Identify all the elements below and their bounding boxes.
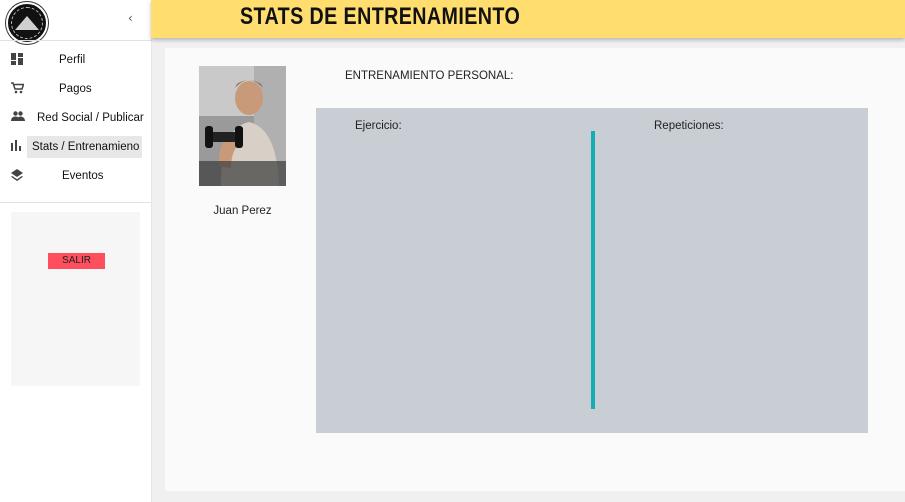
sidebar-item-perfil[interactable]: Perfil [0,49,151,71]
people-icon [11,111,25,125]
divider [0,40,151,41]
column-header-repeticiones: Repeticiones: [654,120,724,132]
sidebar-item-label: Perfil [59,54,86,66]
section-title: ENTRENAMIENTO PERSONAL: [345,70,514,82]
sidebar-item-label: Stats / Entrenamieno [27,136,143,158]
sidebar-item-label: Pagos [59,83,92,95]
sidebar-nav: Perfil Pagos Red Social / Publicar Stats… [0,49,151,194]
sidebar-item-pagos[interactable]: Pagos [0,78,151,100]
sidebar-panel [11,212,140,386]
sidebar-item-label: Eventos [62,170,104,182]
logo-badge [6,2,48,44]
divider [0,202,151,203]
cart-icon [11,82,25,96]
bar-chart-icon [11,140,25,154]
logout-button[interactable]: SALIR [48,253,105,269]
sidebar-item-label: Red Social / Publicar [37,112,144,124]
brand-logo[interactable] [6,2,48,44]
profile-name: Juan Perez [213,205,272,217]
sidebar-item-eventos[interactable]: Eventos [0,165,151,187]
top-header: STATS DE ENTRENAMIENTO [151,0,905,38]
chevron-left-icon[interactable]: ‹ [128,11,133,25]
layers-icon [11,169,25,183]
sidebar-item-stats[interactable]: Stats / Entrenamieno [0,136,151,158]
sidebar-item-red-social[interactable]: Red Social / Publicar [0,107,151,129]
sidebar: ‹ Perfil Pagos Red Social / Publicar Sta… [0,0,152,502]
column-divider [591,131,595,409]
page-title: STATS DE ENTRENAMIENTO [240,3,521,30]
column-header-ejercicio: Ejercicio: [355,120,402,132]
profile-photo [199,66,286,186]
dashboard-icon [11,53,25,67]
